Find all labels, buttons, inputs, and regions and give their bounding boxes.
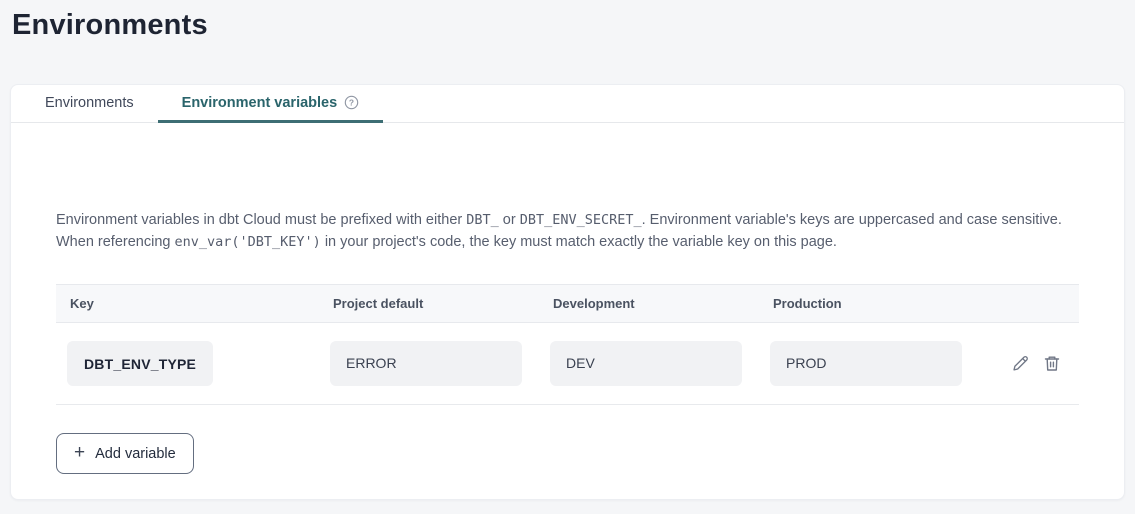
cell-key: DBT_ENV_TYPE bbox=[56, 341, 319, 386]
page-title: Environments bbox=[0, 0, 1135, 42]
cell-project-default: ERROR bbox=[319, 341, 539, 386]
tab-environment-variables-label: Environment variables bbox=[182, 95, 338, 111]
delete-variable-button[interactable] bbox=[1043, 354, 1061, 373]
column-header-development: Development bbox=[539, 296, 759, 311]
svg-text:?: ? bbox=[349, 98, 354, 108]
code-env-var-example: env_var('DBT_KEY') bbox=[174, 234, 320, 250]
production-value: PROD bbox=[770, 341, 962, 386]
pencil-icon bbox=[1011, 354, 1030, 373]
environment-variables-card: Environments Environment variables ? Env… bbox=[10, 84, 1125, 500]
project-default-value: ERROR bbox=[330, 341, 522, 386]
add-variable-button[interactable]: + Add variable bbox=[56, 433, 194, 474]
plus-icon: + bbox=[74, 443, 85, 462]
variable-key-chip: DBT_ENV_TYPE bbox=[67, 341, 213, 386]
add-variable-label: Add variable bbox=[95, 446, 176, 462]
tab-environment-variables[interactable]: Environment variables ? bbox=[158, 85, 384, 123]
table-row: DBT_ENV_TYPE ERROR DEV PROD bbox=[56, 323, 1079, 405]
cell-row-actions bbox=[991, 354, 1079, 373]
tab-environments[interactable]: Environments bbox=[21, 85, 158, 123]
column-header-key: Key bbox=[56, 296, 319, 311]
tab-environments-label: Environments bbox=[45, 95, 134, 111]
help-icon[interactable]: ? bbox=[344, 95, 359, 110]
tab-panel-environment-variables: Environment variables in dbt Cloud must … bbox=[11, 123, 1124, 474]
code-dbt-env-secret-prefix: DBT_ENV_SECRET_ bbox=[520, 212, 642, 228]
trash-icon bbox=[1043, 354, 1061, 373]
table-header-row: Key Project default Development Producti… bbox=[56, 284, 1079, 323]
environment-variables-table: Key Project default Development Producti… bbox=[56, 284, 1079, 405]
development-value: DEV bbox=[550, 341, 742, 386]
description-text: Environment variables in dbt Cloud must … bbox=[56, 209, 1079, 253]
column-header-project-default: Project default bbox=[319, 296, 539, 311]
code-dbt-prefix: DBT_ bbox=[466, 212, 499, 228]
cell-development: DEV bbox=[539, 341, 759, 386]
column-header-production: Production bbox=[759, 296, 991, 311]
tab-bar: Environments Environment variables ? bbox=[11, 85, 1124, 123]
edit-variable-button[interactable] bbox=[1011, 354, 1030, 373]
cell-production: PROD bbox=[759, 341, 991, 386]
